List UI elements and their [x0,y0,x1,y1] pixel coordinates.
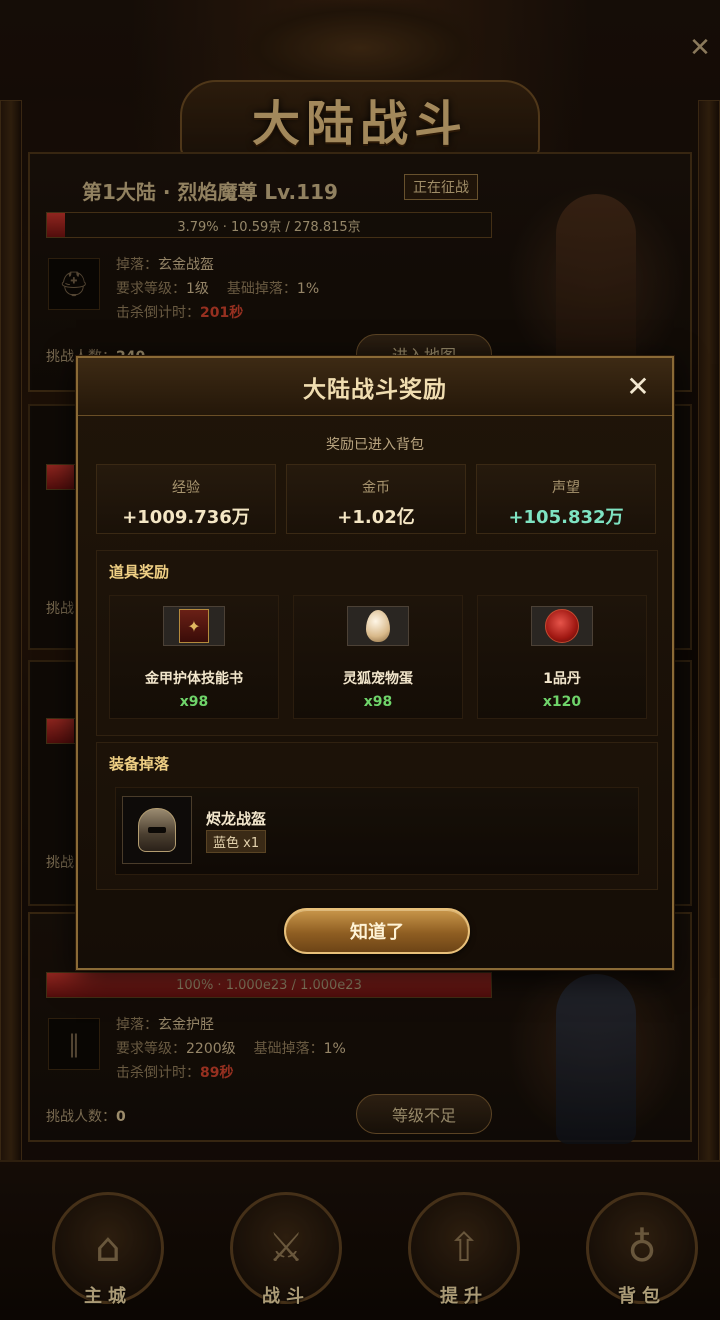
stat-label: 声望 [552,480,580,496]
helmet-icon [122,796,192,864]
reward-item[interactable]: 灵狐宠物蛋 x98 [293,595,463,719]
reward-item[interactable]: 1品丹 x120 [477,595,647,719]
dialog-subtitle: 奖励已进入背包 [326,437,424,453]
reward-qty: x98 [179,694,209,710]
close-icon[interactable]: ✕ [622,370,654,403]
equipment-drops-section: 装备掉落 烬龙战盔 蓝色 x1 [96,742,658,890]
gold-stat: 金币 +1.02亿 [286,464,466,534]
dialog-title: 大陆战斗奖励 [303,376,447,403]
confirm-button[interactable]: 知道了 [284,908,470,954]
skill-book-icon: ✦ [163,606,225,646]
reward-dialog: 大陆战斗奖励 ✕ 奖励已进入背包 经验 +1009.736万 金币 +1.02亿… [76,356,674,970]
reward-name: 灵狐宠物蛋 [343,671,413,687]
equipment-name: 烬龙战盔 [206,810,267,828]
pill-icon [531,606,593,646]
stat-value: +1.02亿 [337,507,415,528]
reward-qty: x120 [542,694,582,710]
dialog-header: 大陆战斗奖励 ✕ [78,358,672,416]
section-title: 装备掉落 [109,755,170,773]
stat-label: 经验 [172,480,200,496]
reward-item[interactable]: ✦ 金甲护体技能书 x98 [109,595,279,719]
equipment-item[interactable]: 烬龙战盔 蓝色 x1 [115,787,639,875]
item-rewards-section: 道具奖励 ✦ 金甲护体技能书 x98 灵狐宠物蛋 x98 1品丹 x120 [96,550,658,736]
stat-label: 金币 [362,480,390,496]
reward-name: 1品丹 [543,671,581,687]
section-title: 道具奖励 [109,563,170,581]
exp-stat: 经验 +1009.736万 [96,464,276,534]
equipment-quality-badge: 蓝色 x1 [206,830,267,853]
stat-value: +1009.736万 [122,507,250,528]
reward-qty: x98 [363,694,393,710]
pet-egg-icon [347,606,409,646]
stat-value: +105.832万 [508,507,624,528]
reward-name: 金甲护体技能书 [145,671,243,687]
prestige-stat: 声望 +105.832万 [476,464,656,534]
